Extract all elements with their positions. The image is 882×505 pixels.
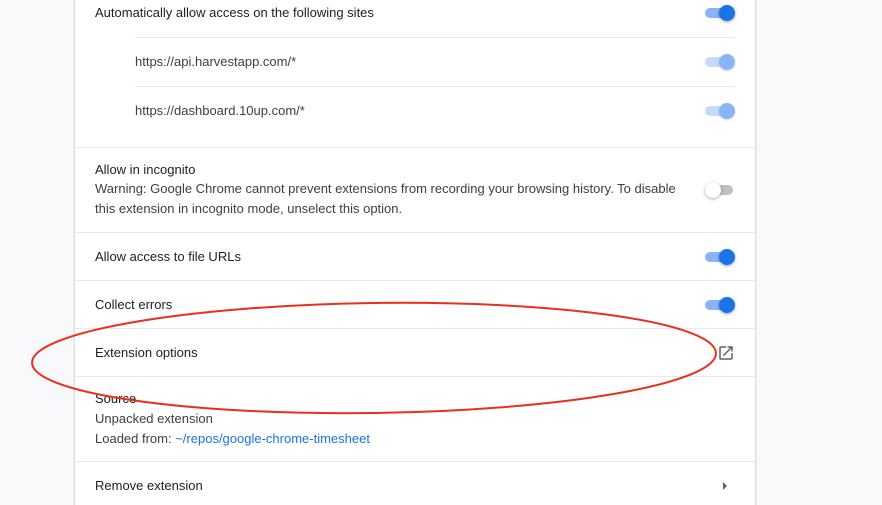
toggle-knob	[719, 297, 735, 313]
site-harvest-toggle[interactable]	[705, 52, 735, 72]
collect-errors-row-divider	[75, 280, 755, 281]
incognito-toggle[interactable]	[705, 180, 735, 200]
collect-errors-label: Collect errors	[95, 297, 173, 312]
auto-allow-toggle[interactable]	[705, 3, 735, 23]
toggle-knob	[719, 103, 735, 119]
toggle-knob	[719, 249, 735, 265]
remove-row-divider	[75, 461, 755, 462]
site-item-10up: https://dashboard.10up.com/*	[135, 103, 305, 118]
source-loaded-from: Loaded from: ~/repos/google-chrome-times…	[95, 431, 370, 446]
extension-options-row-divider	[75, 328, 755, 329]
remove-extension-label[interactable]: Remove extension	[95, 478, 203, 493]
open-in-new-icon[interactable]	[717, 344, 735, 362]
site-10up-toggle[interactable]	[705, 101, 735, 121]
incognito-warning: Warning: Google Chrome cannot prevent ex…	[95, 181, 676, 216]
toggle-knob	[705, 182, 721, 198]
extension-options-label[interactable]: Extension options	[95, 345, 198, 360]
site-item-harvest: https://api.harvestapp.com/*	[135, 54, 297, 69]
file-urls-toggle[interactable]	[705, 247, 735, 267]
file-urls-row-divider	[75, 232, 755, 233]
auto-allow-label: Automatically allow access on the follow…	[95, 5, 374, 20]
source-heading: Source	[95, 391, 137, 406]
loaded-from-label: Loaded from:	[95, 431, 176, 446]
extension-details-card: Automatically allow access on the follow…	[74, 0, 756, 505]
toggle-knob	[719, 54, 735, 70]
site-divider	[135, 37, 735, 38]
file-urls-label: Allow access to file URLs	[95, 249, 241, 264]
source-row-divider	[75, 376, 755, 377]
incognito-label: Allow in incognito	[95, 162, 196, 177]
toggle-knob	[719, 5, 735, 21]
collect-errors-toggle[interactable]	[705, 295, 735, 315]
incognito-row-divider	[75, 147, 755, 148]
source-type: Unpacked extension	[95, 411, 213, 426]
site-divider	[135, 86, 735, 87]
source-path-link[interactable]: ~/repos/google-chrome-timesheet	[175, 431, 370, 446]
chevron-right-icon[interactable]	[721, 481, 729, 491]
